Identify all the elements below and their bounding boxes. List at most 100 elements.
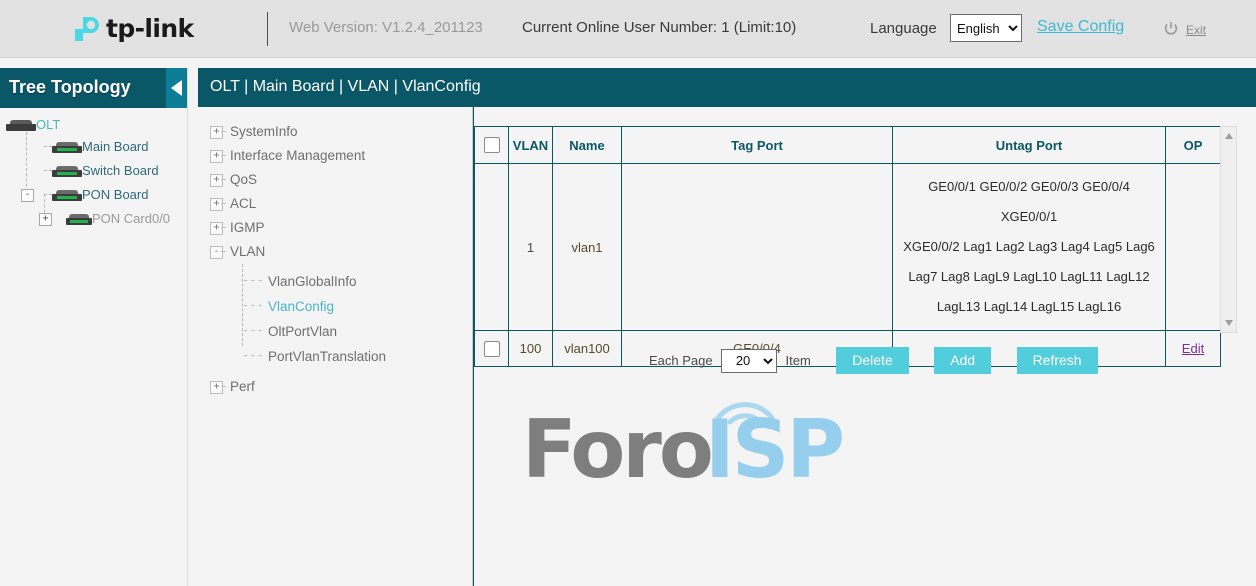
language-label: Language	[870, 20, 937, 37]
tree-topology-panel: Tree Topology OLT Main Board Switch Boar…	[0, 68, 188, 586]
menu-item-label: QoS	[230, 172, 257, 187]
top-header-bar: tp-link Web Version: V1.2.4_201123 Curre…	[0, 0, 1256, 58]
breadcrumb-bar: OLT | Main Board | VLAN | VlanConfig	[198, 68, 1256, 107]
tree-expander-main-board[interactable]	[21, 140, 32, 151]
menu-tick	[221, 131, 226, 133]
untag-port-line: GE0/0/1 GE0/0/2 GE0/0/3 GE0/0/4 XGE0/0/1	[899, 172, 1159, 232]
breadcrumb: OLT | Main Board | VLAN | VlanConfig	[210, 78, 481, 96]
collapse-left-icon[interactable]	[166, 68, 187, 108]
menu-item-label: ACL	[230, 196, 256, 211]
brand-logo: tp-link	[70, 10, 195, 48]
menu-tick	[221, 386, 226, 388]
menu-tick	[221, 251, 226, 253]
cell-name: vlan1	[553, 164, 622, 331]
tree-connector	[44, 194, 52, 196]
foroisp-watermark: Foro ISP	[522, 382, 882, 517]
menu-item-label: SystemInfo	[230, 124, 298, 139]
language-select[interactable]: English	[950, 14, 1022, 42]
add-button[interactable]: Add	[934, 347, 991, 374]
menu-item-label: VlanGlobalInfo	[268, 274, 357, 289]
th-name: Name	[553, 127, 622, 164]
tree-node-label: PON Card0/0	[92, 211, 170, 226]
tree-topology-header: Tree Topology	[0, 68, 187, 108]
tree-connector	[44, 170, 52, 172]
menu-item-interface-management[interactable]: Interface Management	[230, 148, 365, 163]
tree-expander-pon-card[interactable]: +	[39, 213, 52, 226]
cell-tag-port	[622, 164, 893, 331]
menu-tick	[221, 155, 226, 157]
untag-port-line: XGE0/0/2 Lag1 Lag2 Lag3 Lag4 Lag5 Lag6	[899, 232, 1159, 262]
cell-checkbox	[475, 164, 509, 331]
main-content-area: Foro ISP VLAN Name Tag Port Untag Port O…	[473, 107, 1256, 586]
each-page-label: Each Page	[649, 353, 713, 368]
tree-node-label: Switch Board	[82, 163, 159, 178]
menu-item-qos[interactable]: QoS	[230, 172, 257, 187]
vlan-table: VLAN Name Tag Port Untag Port OP 1 vlan1…	[474, 126, 1221, 367]
table-controls: Each Page 20 Item Delete Add Refresh	[474, 347, 1220, 381]
scroll-down-arrow-icon[interactable]	[1225, 320, 1233, 326]
exit-link[interactable]: Exit	[1186, 23, 1206, 37]
page-size-select[interactable]: 20	[721, 349, 777, 373]
tree-node-olt[interactable]: OLT	[6, 117, 60, 132]
select-all-checkbox[interactable]	[484, 137, 500, 153]
watermark-text-foro: Foro	[522, 410, 711, 490]
delete-button[interactable]: Delete	[836, 347, 908, 374]
menu-item-vlanglobalinfo[interactable]: VlanGlobalInfo	[268, 274, 357, 289]
tree-node-pon-board[interactable]: PON Board	[52, 187, 148, 202]
wifi-signal-icon	[700, 382, 790, 432]
tree-topology-body: OLT Main Board Switch Board - PON Board …	[0, 108, 187, 586]
th-untag-port: Untag Port	[893, 127, 1166, 164]
menu-item-vlanconfig[interactable]: VlanConfig	[268, 299, 334, 314]
th-op: OP	[1166, 127, 1221, 164]
tree-node-label: Main Board	[82, 139, 148, 154]
tree-node-label: PON Board	[82, 187, 148, 202]
th-tag-port: Tag Port	[622, 127, 893, 164]
menu-item-igmp[interactable]: IGMP	[230, 220, 265, 235]
menu-item-oltportvlan[interactable]: OltPortVlan	[268, 324, 337, 339]
menu-tick	[221, 227, 226, 229]
menu-item-label: OltPortVlan	[268, 324, 337, 339]
menu-item-label: VlanConfig	[268, 299, 334, 314]
menu-item-portvlantranslation[interactable]: PortVlanTranslation	[268, 349, 386, 364]
tree-node-label: OLT	[36, 117, 60, 132]
menu-item-label: PortVlanTranslation	[268, 349, 386, 364]
scroll-up-arrow-icon[interactable]	[1225, 133, 1233, 139]
tree-connector	[44, 146, 52, 148]
navigation-menu-panel: + SystemInfo + Interface Management + Qo…	[198, 68, 473, 586]
cell-vlan: 1	[509, 164, 553, 331]
menu-item-vlan[interactable]: VLAN	[230, 244, 265, 259]
menu-tick	[221, 179, 226, 181]
device-board-icon	[52, 142, 82, 154]
save-config-link[interactable]: Save Config	[1037, 18, 1124, 36]
menu-item-acl[interactable]: ACL	[230, 196, 256, 211]
online-user-text: Current Online User Number: 1 (Limit:10)	[522, 19, 796, 36]
watermark-text-isp: ISP	[705, 410, 842, 490]
untag-port-line: LagL13 LagL14 LagL15 LagL16	[899, 292, 1159, 322]
menu-item-systeminfo[interactable]: SystemInfo	[230, 124, 298, 139]
menu-item-label: IGMP	[230, 220, 265, 235]
cell-untag-port: GE0/0/1 GE0/0/2 GE0/0/3 GE0/0/4 XGE0/0/1…	[893, 164, 1166, 331]
tree-node-switch-board[interactable]: Switch Board	[52, 163, 159, 178]
tree-node-pon-card[interactable]: PON Card0/0	[66, 211, 170, 226]
menu-sub-dash: ---	[242, 298, 264, 312]
tree-node-main-board[interactable]: Main Board	[52, 139, 148, 154]
menu-item-label: Interface Management	[230, 148, 365, 163]
menu-tick	[221, 203, 226, 205]
th-vlan: VLAN	[509, 127, 553, 164]
cell-op	[1166, 164, 1221, 331]
power-icon	[1163, 21, 1179, 37]
refresh-button[interactable]: Refresh	[1017, 347, 1098, 374]
untag-port-list: GE0/0/1 GE0/0/2 GE0/0/3 GE0/0/4 XGE0/0/1…	[893, 164, 1165, 330]
table-vertical-scrollbar[interactable]	[1220, 126, 1237, 333]
header-divider	[267, 12, 268, 46]
menu-item-label: VLAN	[230, 244, 265, 259]
table-header-row: VLAN Name Tag Port Untag Port OP	[475, 127, 1221, 164]
web-version-text: Web Version: V1.2.4_201123	[289, 19, 483, 36]
menu-item-perf[interactable]: Perf	[230, 379, 255, 394]
tree-expander-pon-board[interactable]: -	[21, 189, 34, 202]
device-board-icon	[52, 166, 82, 178]
untag-port-line: Lag7 Lag8 LagL9 LagL10 LagL11 LagL12	[899, 262, 1159, 292]
menu-sub-dash: ---	[242, 323, 264, 337]
device-olt-icon	[6, 120, 36, 132]
device-card-icon	[66, 214, 92, 226]
